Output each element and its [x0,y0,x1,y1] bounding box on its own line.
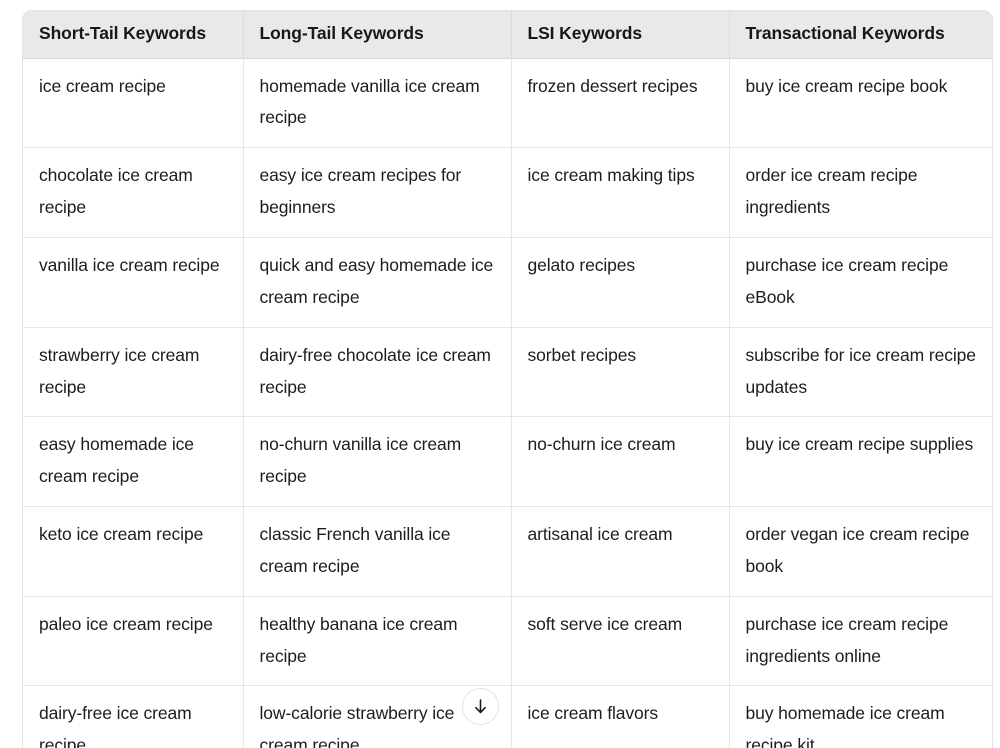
cell-short-tail: vanilla ice cream recipe [23,237,244,328]
cell-short-tail: easy homemade ice cream recipe [23,416,244,508]
keywords-table-container: Short-Tail Keywords Long-Tail Keywords L… [22,10,993,748]
cell-transactional: subscribe for ice cream recipe updates [729,327,992,418]
cell-transactional: buy homemade ice cream recipe kit [729,685,992,748]
cell-transactional: buy ice cream recipe supplies [729,416,992,508]
arrow-down-icon [471,697,490,716]
cell-short-tail: strawberry ice cream recipe [23,327,244,418]
cell-lsi: gelato recipes [511,237,730,328]
cell-long-tail: easy ice cream recipes for beginners [243,147,512,238]
cell-transactional: purchase ice cream recipe eBook [729,237,992,328]
cell-lsi: ice cream making tips [511,147,730,238]
cell-short-tail: dairy-free ice cream recipe [23,685,244,748]
cell-long-tail: homemade vanilla ice cream recipe [243,58,512,149]
cell-long-tail: healthy banana ice cream recipe [243,596,512,687]
cell-long-tail: no-churn vanilla ice cream recipe [243,416,512,508]
table-header-row: Short-Tail Keywords Long-Tail Keywords L… [23,11,992,59]
cell-lsi: soft serve ice cream [511,596,730,687]
table-header: Short-Tail Keywords Long-Tail Keywords L… [23,11,992,59]
cell-long-tail: classic French vanilla ice cream recipe [243,506,512,597]
table-row: strawberry ice cream recipe dairy-free c… [23,327,992,418]
keywords-table: Short-Tail Keywords Long-Tail Keywords L… [23,11,992,748]
cell-lsi: artisanal ice cream [511,506,730,597]
column-header-long-tail-keywords[interactable]: Long-Tail Keywords [243,11,512,59]
table-row: keto ice cream recipe classic French van… [23,506,992,597]
table-row: paleo ice cream recipe healthy banana ic… [23,596,992,687]
page-root: Short-Tail Keywords Long-Tail Keywords L… [0,0,1000,748]
table-row: vanilla ice cream recipe quick and easy … [23,237,992,328]
column-header-transactional-keywords[interactable]: Transactional Keywords [729,11,992,59]
table-body: ice cream recipe homemade vanilla ice cr… [23,58,992,748]
table-row: dairy-free ice cream recipe low-calorie … [23,685,992,748]
cell-short-tail: ice cream recipe [23,58,244,149]
table-row: ice cream recipe homemade vanilla ice cr… [23,58,992,149]
cell-transactional: purchase ice cream recipe ingredients on… [729,596,992,687]
table-row: easy homemade ice cream recipe no-churn … [23,416,992,508]
column-header-short-tail-keywords[interactable]: Short-Tail Keywords [23,11,244,59]
cell-short-tail: paleo ice cream recipe [23,596,244,687]
cell-lsi: frozen dessert recipes [511,58,730,149]
cell-transactional: order vegan ice cream recipe book [729,506,992,597]
cell-transactional: order ice cream recipe ingredients [729,147,992,238]
cell-long-tail: dairy-free chocolate ice cream recipe [243,327,512,418]
cell-lsi: ice cream flavors [511,685,730,748]
cell-short-tail: chocolate ice cream recipe [23,147,244,238]
scroll-down-button[interactable] [462,688,499,725]
cell-long-tail: quick and easy homemade ice cream recipe [243,237,512,328]
cell-lsi: no-churn ice cream [511,416,730,508]
table-row: chocolate ice cream recipe easy ice crea… [23,147,992,238]
cell-short-tail: keto ice cream recipe [23,506,244,597]
column-header-lsi-keywords[interactable]: LSI Keywords [511,11,730,59]
cell-transactional: buy ice cream recipe book [729,58,992,149]
cell-lsi: sorbet recipes [511,327,730,418]
